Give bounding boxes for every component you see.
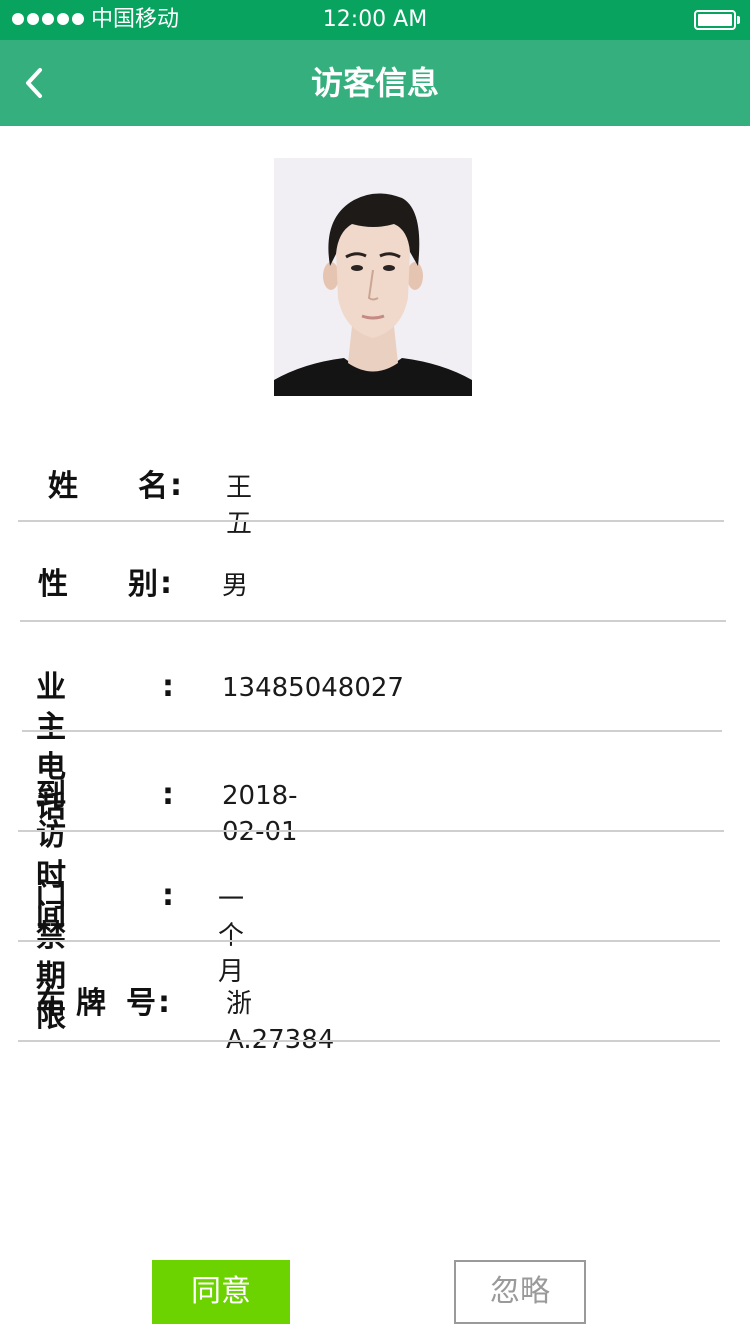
page-title: 访客信息 <box>310 64 439 102</box>
plate-label-part-3: 号 <box>126 986 156 1021</box>
access-period-label-colon: : <box>162 878 174 913</box>
name-label-part-1: 姓 <box>48 469 78 504</box>
ignore-button[interactable]: 忽略 <box>454 1260 586 1324</box>
gender-label-part-1: 性 <box>38 567 68 602</box>
owner-phone-value: 13485048027 <box>222 673 404 703</box>
plate-label-colon: : <box>158 985 170 1020</box>
name-label-part-2: 名 <box>138 469 168 504</box>
divider <box>22 730 722 732</box>
owner-phone-label-colon: : <box>162 669 174 704</box>
gender-value: 男 <box>222 571 249 601</box>
name-value: 王五 <box>226 473 253 539</box>
name-label-colon: : <box>170 468 182 503</box>
divider <box>20 620 726 622</box>
gender-label-colon: : <box>160 566 172 601</box>
plate-label-part-2: 牌 <box>76 986 106 1021</box>
visitor-photo <box>274 158 472 396</box>
plate-value: 浙A.27384 <box>226 989 335 1055</box>
visit-time-value: 2018-02-01 <box>222 781 298 847</box>
plate-label-part-1: 车 <box>36 986 66 1021</box>
gender-label-part-2: 别 <box>128 567 158 602</box>
visit-time-label-colon: : <box>162 777 174 812</box>
agree-button[interactable]: 同意 <box>152 1260 290 1324</box>
nav-bar: 访客信息 <box>0 40 750 126</box>
status-bar: 中国移动 12:00 AM <box>0 0 750 40</box>
divider <box>18 520 724 522</box>
status-time: 12:00 AM <box>322 7 428 32</box>
divider <box>18 940 720 942</box>
divider <box>18 830 724 832</box>
person-portrait-image <box>274 158 472 396</box>
battery-icon <box>694 10 740 30</box>
access-period-value: 一个月 <box>218 885 245 987</box>
divider <box>18 1040 720 1042</box>
